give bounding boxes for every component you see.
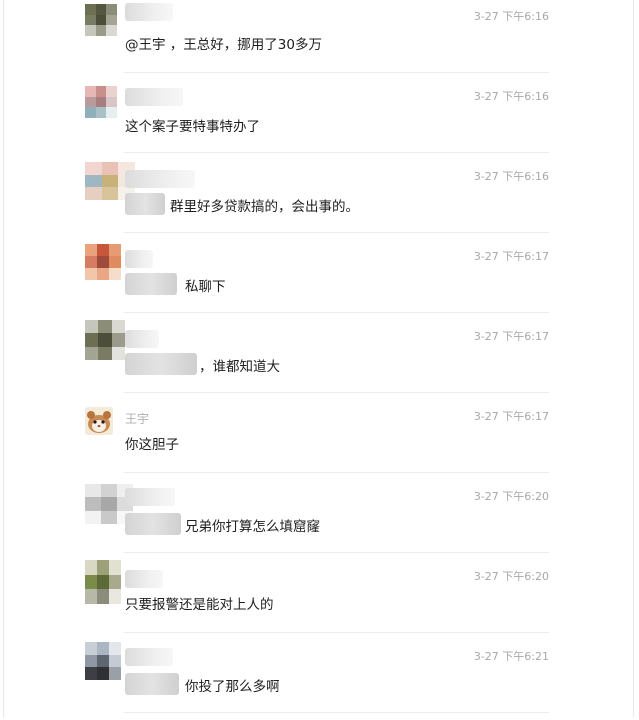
message-text-blurred xyxy=(125,193,165,215)
sender-name-blurred xyxy=(125,330,159,348)
message-text: 你投了那么多啊 xyxy=(185,679,280,695)
message-text-blurred xyxy=(125,673,179,695)
message-text-blurred xyxy=(125,273,177,295)
sender-name-blurred xyxy=(125,488,175,506)
chat-message[interactable]: 3-27 下午6:17 私聊下 xyxy=(75,240,549,320)
message-text: 群里好多贷款搞的，会出事的。 xyxy=(170,199,359,215)
chat-message[interactable]: 3-27 下午6:21 你投了那么多啊 xyxy=(75,640,549,720)
message-time: 3-27 下午6:21 xyxy=(473,650,549,663)
message-time: 3-27 下午6:16 xyxy=(473,10,549,23)
chat-message[interactable]: 王宇 3-27 下午6:17 你这胆子 xyxy=(75,400,549,480)
message-text: ，谁都知道大 xyxy=(199,359,280,375)
message-divider xyxy=(124,632,549,633)
message-time: 3-27 下午6:17 xyxy=(473,330,549,343)
message-text: 这个案子要特事特办了 xyxy=(125,119,260,135)
chat-message-list: 3-27 下午6:16 @王宇 ，王总好，挪用了30多万 3-27 下午6:16… xyxy=(0,0,639,717)
chat-message[interactable]: 3-27 下午6:20 只要报警还是能对上人的 xyxy=(75,560,549,640)
sender-name-blurred xyxy=(125,3,173,21)
message-text: 私聊下 xyxy=(185,279,226,295)
message-time: 3-27 下午6:17 xyxy=(473,410,549,423)
message-text-blurred xyxy=(125,353,197,375)
avatar-blurred[interactable] xyxy=(85,4,117,36)
avatar-blurred[interactable] xyxy=(85,320,125,360)
message-divider xyxy=(124,472,549,473)
sender-name-blurred xyxy=(125,170,195,188)
message-divider xyxy=(124,72,549,73)
message-time: 3-27 下午6:20 xyxy=(473,490,549,503)
message-divider xyxy=(124,392,549,393)
message-text: @王宇 ，王总好，挪用了30多万 xyxy=(125,37,322,53)
message-text: 你这胆子 xyxy=(125,437,179,453)
sender-name-blurred xyxy=(125,88,183,106)
message-divider xyxy=(124,552,549,553)
message-time: 3-27 下午6:16 xyxy=(473,90,549,103)
message-text-blurred xyxy=(125,513,181,535)
message-text: 只要报警还是能对上人的 xyxy=(125,597,274,613)
avatar-blurred[interactable] xyxy=(85,642,121,680)
sender-name: 王宇 xyxy=(125,412,150,426)
message-divider xyxy=(124,712,549,713)
sender-name-blurred xyxy=(125,250,153,268)
avatar-blurred[interactable] xyxy=(85,86,117,118)
avatar-blurred[interactable] xyxy=(85,560,121,604)
avatar-blurred[interactable] xyxy=(85,244,121,280)
sender-name-blurred xyxy=(125,570,163,588)
chat-message[interactable]: 3-27 下午6:16 群里好多贷款搞的，会出事的。 xyxy=(75,160,549,240)
message-text: 兄弟你打算怎么填窟窿 xyxy=(185,519,320,535)
message-divider xyxy=(124,232,549,233)
message-time: 3-27 下午6:20 xyxy=(473,570,549,583)
message-time: 3-27 下午6:16 xyxy=(473,170,549,183)
message-time: 3-27 下午6:17 xyxy=(473,250,549,263)
chat-message[interactable]: 3-27 下午6:20 兄弟你打算怎么填窟窿 xyxy=(75,480,549,560)
avatar-wangyu[interactable] xyxy=(85,407,113,435)
hamster-avatar-icon xyxy=(85,407,113,435)
chat-message[interactable]: 3-27 下午6:16 这个案子要特事特办了 xyxy=(75,80,549,160)
chat-message[interactable]: 3-27 下午6:17 ，谁都知道大 xyxy=(75,320,549,400)
message-divider xyxy=(124,152,549,153)
sender-name-blurred xyxy=(125,648,173,666)
chat-message[interactable]: 3-27 下午6:16 @王宇 ，王总好，挪用了30多万 xyxy=(75,0,549,80)
message-divider xyxy=(124,312,549,313)
